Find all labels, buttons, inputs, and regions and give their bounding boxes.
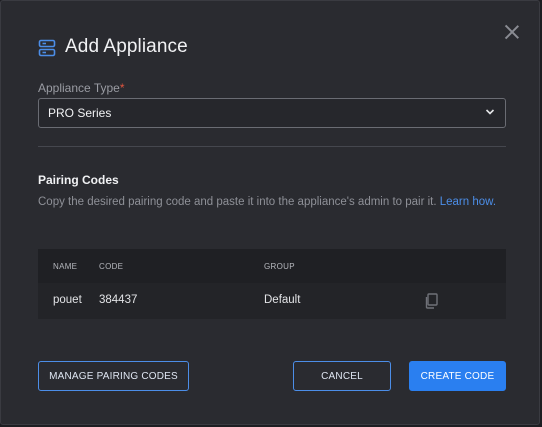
cancel-button[interactable]: CANCEL	[293, 361, 391, 391]
dialog-title: Add Appliance	[65, 36, 188, 57]
appliance-type-value: PRO Series	[48, 106, 112, 120]
row-group: Default	[264, 294, 301, 306]
close-icon[interactable]	[504, 24, 520, 40]
manage-pairing-codes-button[interactable]: MANAGE PAIRING CODES	[38, 361, 189, 391]
appliance-type-label-text: Appliance Type	[38, 81, 120, 95]
column-header-name: NAME	[53, 262, 78, 271]
pairing-description-text: Copy the desired pairing code and paste …	[38, 196, 440, 208]
row-code: 384437	[99, 294, 138, 306]
learn-how-link[interactable]: Learn how.	[440, 196, 496, 208]
chevron-down-icon	[485, 109, 495, 115]
pairing-codes-title: Pairing Codes	[38, 173, 119, 187]
required-mark: *	[119, 81, 125, 95]
column-header-group: GROUP	[264, 262, 295, 271]
row-name: pouet	[53, 294, 82, 306]
appliance-type-select[interactable]: PRO Series	[38, 98, 506, 128]
copy-icon[interactable]	[424, 293, 438, 309]
server-stack-icon	[38, 39, 56, 57]
section-divider	[38, 146, 506, 147]
pairing-codes-table: NAME CODE GROUP pouet 384437 Default	[38, 249, 506, 319]
add-appliance-dialog: Add Appliance Appliance Type* PRO Series…	[0, 0, 540, 425]
column-header-code: CODE	[99, 262, 124, 271]
pairing-codes-description: Copy the desired pairing code and paste …	[38, 195, 508, 210]
appliance-type-label: Appliance Type*	[38, 81, 125, 95]
create-code-button[interactable]: CREATE CODE	[409, 361, 506, 391]
